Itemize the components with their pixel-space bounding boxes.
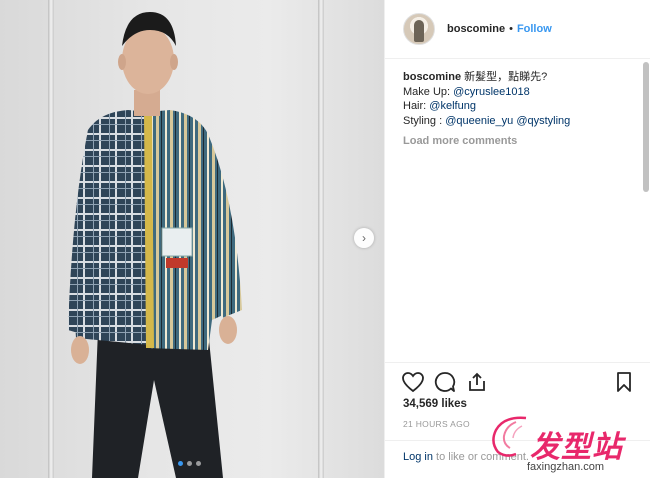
watermark-brand: 发型站	[530, 430, 623, 465]
carousel-dot	[196, 461, 201, 466]
post-sidebar: boscomine • Follow boscomine 新髮型，點睇先? Ma…	[384, 0, 650, 478]
heart-icon[interactable]	[401, 371, 425, 393]
post-photo[interactable]: ›	[0, 0, 384, 478]
likes-count[interactable]: 34,569 likes	[403, 398, 467, 410]
caption-makeup-line: Make Up: @cyruslee1018	[403, 85, 639, 100]
carousel-dots	[178, 461, 201, 466]
makeup-label: Make Up:	[403, 85, 451, 98]
caption-line: boscomine 新髮型，點睇先?	[403, 70, 639, 85]
carousel-dot	[187, 461, 192, 466]
post-timestamp[interactable]: 21 HOURS AGO	[403, 419, 470, 429]
makeup-handle-link[interactable]: @cyruslee1018	[453, 86, 530, 98]
follow-button[interactable]: Follow	[517, 23, 552, 35]
wall-seam	[48, 0, 54, 478]
caption-username[interactable]: boscomine	[403, 71, 461, 83]
carousel-dot	[178, 461, 183, 466]
login-link[interactable]: Log in	[403, 451, 433, 463]
styling-label: Styling :	[403, 114, 443, 127]
hair-handle-link[interactable]: @kelfung	[429, 100, 476, 112]
avatar[interactable]	[403, 13, 435, 45]
comment-icon[interactable]	[434, 371, 456, 393]
comments-area: boscomine 新髮型，點睇先? Make Up: @cyruslee101…	[403, 70, 639, 360]
comments-scrollbar[interactable]	[643, 62, 649, 362]
next-photo-button[interactable]: ›	[354, 228, 374, 248]
chevron-right-icon: ›	[362, 231, 366, 245]
instagram-post: › boscomine • Follow boscomine 新髮型，點睇先? …	[0, 0, 650, 478]
post-header: boscomine • Follow	[385, 0, 650, 59]
header-username[interactable]: boscomine	[447, 23, 505, 35]
caption-text: 新髮型，點睇先?	[464, 71, 548, 83]
watermark-logo-icon	[492, 416, 527, 457]
styling-handle-link[interactable]: @qystyling	[516, 115, 570, 127]
scrollbar-thumb[interactable]	[643, 62, 649, 192]
header-separator: •	[509, 23, 513, 35]
bookmark-icon[interactable]	[615, 371, 633, 393]
caption-hair-line: Hair: @kelfung	[403, 99, 639, 114]
hair-label: Hair:	[403, 100, 427, 112]
action-bar	[385, 362, 650, 401]
man-in-patchwork-shirt	[68, 12, 242, 478]
styling-handle-link[interactable]: @queenie_yu	[445, 115, 513, 127]
share-icon[interactable]	[466, 371, 488, 393]
caption-styling-line: Styling : @queenie_yu @qystyling	[403, 114, 639, 129]
load-more-comments-button[interactable]: Load more comments	[403, 134, 639, 149]
watermark-url: faxingzhan.com	[527, 461, 605, 473]
wall-seam	[318, 0, 324, 478]
